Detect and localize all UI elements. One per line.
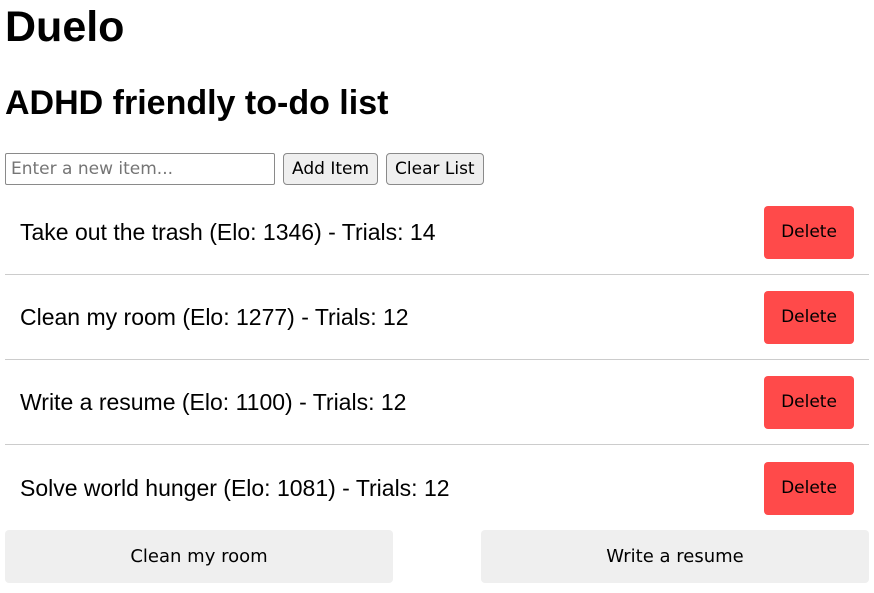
- todo-item: Write a resume (Elo: 1100) - Trials: 12 …: [5, 360, 869, 445]
- todo-item: Solve world hunger (Elo: 1081) - Trials:…: [5, 445, 869, 531]
- todo-item: Clean my room (Elo: 1277) - Trials: 12 D…: [5, 275, 869, 360]
- input-controls: Add Item Clear List: [5, 152, 869, 185]
- delete-button[interactable]: Delete: [764, 290, 854, 344]
- duel-option-right-button[interactable]: Write a resume: [481, 530, 869, 583]
- clear-list-button[interactable]: Clear List: [386, 152, 484, 185]
- delete-button[interactable]: Delete: [764, 461, 854, 515]
- page-subtitle: ADHD friendly to-do list: [5, 84, 389, 122]
- todo-list: Take out the trash (Elo: 1346) - Trials:…: [5, 190, 869, 531]
- delete-button[interactable]: Delete: [764, 375, 854, 429]
- todo-item-text: Clean my room (Elo: 1277) - Trials: 12: [20, 303, 409, 330]
- page: Duelo ADHD friendly to-do list Add Item …: [0, 0, 874, 583]
- duel-option-left-button[interactable]: Clean my room: [5, 530, 393, 583]
- delete-button[interactable]: Delete: [764, 205, 854, 259]
- todo-item-text: Solve world hunger (Elo: 1081) - Trials:…: [20, 474, 450, 501]
- new-item-input[interactable]: [5, 152, 275, 185]
- todo-item-text: Write a resume (Elo: 1100) - Trials: 12: [20, 388, 407, 415]
- app-title: Duelo: [5, 3, 125, 51]
- add-item-button[interactable]: Add Item: [283, 152, 379, 185]
- duel-choices: Clean my room Write a resume: [5, 530, 869, 583]
- todo-item: Take out the trash (Elo: 1346) - Trials:…: [5, 190, 869, 275]
- todo-item-text: Take out the trash (Elo: 1346) - Trials:…: [20, 218, 436, 245]
